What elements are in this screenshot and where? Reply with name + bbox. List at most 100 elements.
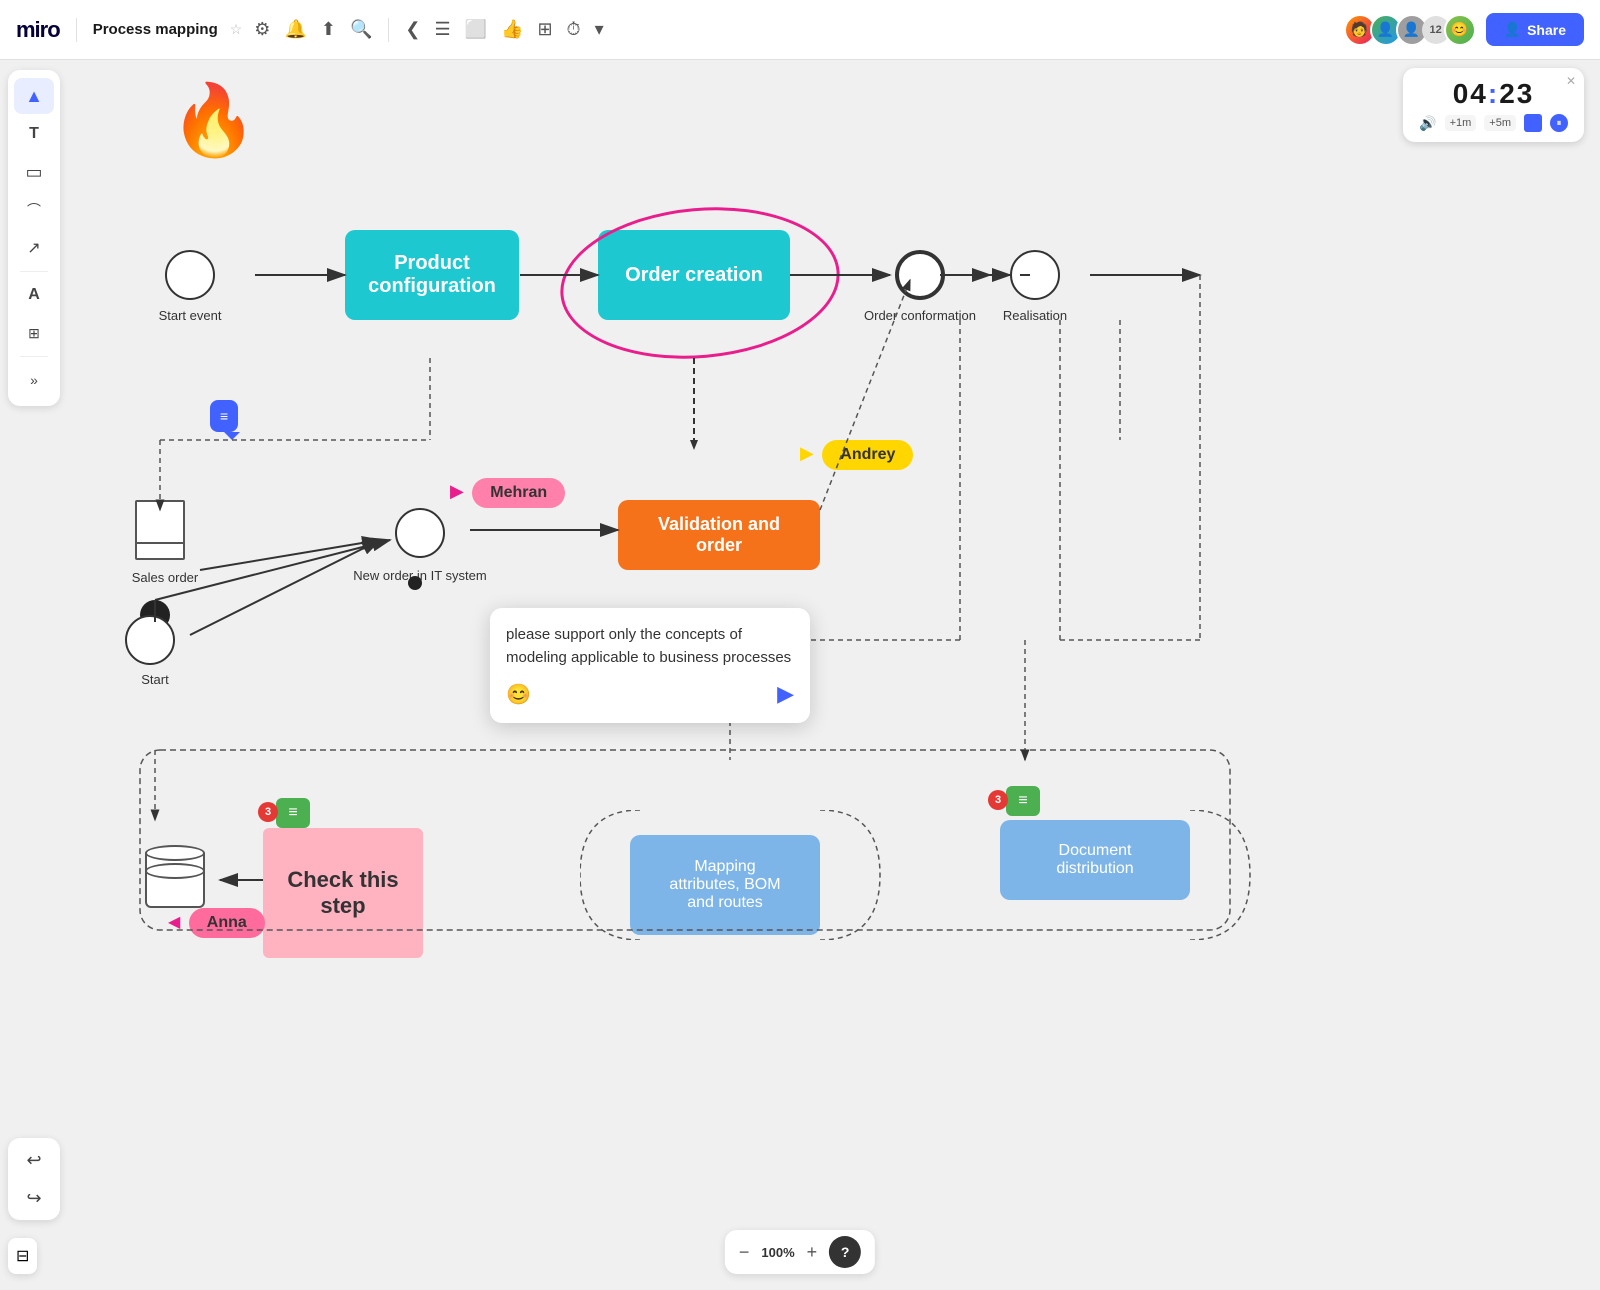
order-conformation-node[interactable] (895, 250, 945, 300)
doc-arc-right (1190, 810, 1320, 940)
timer-stop-button[interactable] (1524, 114, 1542, 132)
start-event-label: Start event (130, 308, 250, 323)
topbar: miro Process mapping ☆ ⚙ 🔔 ⬆ 🔍 ❮ ☰ ⬜ 👍 ⊞… (0, 0, 1600, 60)
order-creation-node[interactable]: Order creation (598, 230, 790, 320)
mehran-cursor-arrow: ▶ (450, 481, 464, 501)
undo-button[interactable]: ↩ (14, 1142, 54, 1178)
timer-seconds: 23 (1499, 78, 1534, 109)
zoom-out-button[interactable]: − (739, 1242, 750, 1263)
doc-icon[interactable]: ☰ (434, 19, 450, 40)
document-dist-badge: 3 (988, 790, 1008, 810)
line-tool[interactable]: ↗ (14, 230, 54, 266)
topbar-tools: ⚙ 🔔 ⬆ 🔍 (254, 19, 372, 40)
export-icon[interactable]: ⬆ (321, 19, 336, 40)
zoom-in-button[interactable]: + (807, 1242, 818, 1263)
panel-icon: ⊟ (16, 1248, 29, 1265)
select-tool[interactable]: ▲ (14, 78, 54, 114)
start2-label: Start (100, 672, 210, 687)
timer-widget: ✕ 04:23 🔊 +1m +5m ⏸ (1403, 68, 1584, 142)
add-1m-button[interactable]: +1m (1445, 115, 1477, 131)
sales-order-icon (135, 500, 185, 560)
mehran-label: Mehran (472, 478, 565, 508)
document-distribution-label: Document distribution (1056, 842, 1133, 878)
shapes-tool[interactable]: ⌒ (14, 192, 54, 228)
comment-popup: please support only the concepts of mode… (490, 608, 810, 723)
more-tools[interactable]: » (14, 362, 54, 398)
comment-emoji-button[interactable]: 😊 (506, 682, 531, 707)
frame-tool[interactable]: ⊞ (14, 315, 54, 351)
order-conformation-label: Order conformation (860, 308, 980, 323)
sticky-tool[interactable]: ▭ (14, 154, 54, 190)
present-icon[interactable]: ⬜ (465, 19, 487, 40)
sales-order-label: Sales order (110, 570, 220, 585)
timer-pause-button[interactable]: ⏸ (1550, 114, 1568, 132)
zoom-level-display: 100% (761, 1245, 794, 1260)
validation-order-label: Validation and order (658, 514, 780, 556)
timer-minutes: 04 (1453, 78, 1488, 109)
grid-icon[interactable]: ⊞ (537, 19, 552, 40)
miro-logo: miro (16, 17, 60, 43)
andrey-cursor-arrow: ▶ (800, 443, 814, 463)
sound-icon[interactable]: 🔊 (1419, 115, 1436, 132)
search-icon[interactable]: 🔍 (350, 19, 372, 40)
mapping-arc-left (580, 810, 710, 940)
undo-redo-toolbar: ↩ ↪ (8, 1138, 60, 1220)
anna-cursor-arrow: ◀ (168, 914, 180, 931)
realisation-label: Realisation (980, 308, 1090, 323)
text-tool[interactable]: T (14, 116, 54, 152)
comment-footer: 😊 ▶ (506, 681, 794, 707)
share-button[interactable]: 👤 Share (1486, 13, 1584, 46)
emoji-avatar: 🔥 (170, 80, 257, 162)
timer-controls: 🔊 +1m +5m ⏸ (1419, 114, 1568, 132)
topbar-divider-1 (76, 18, 77, 42)
panel-toggle[interactable]: ⊟ (8, 1238, 37, 1274)
filled-event-node (408, 576, 422, 590)
like-icon[interactable]: 👍 (501, 19, 523, 40)
timer-display: 04:23 (1453, 78, 1535, 110)
database-node[interactable] (145, 845, 205, 915)
mapping-arc-right (820, 810, 950, 940)
help-button[interactable]: ? (829, 1236, 861, 1268)
bottom-toolbar: − 100% + ? (725, 1230, 875, 1274)
topbar-right: 🧑 👤 👤 12 😊 👤 Share (1344, 13, 1584, 46)
document-dist-comment-icon[interactable]: ≡ (1006, 786, 1040, 816)
validation-order-node[interactable]: Validation and order (618, 500, 820, 570)
check-step-comment-icon[interactable]: ≡ (276, 798, 310, 828)
board-title: Process mapping (93, 21, 218, 38)
product-configuration-label: Product configuration (368, 252, 496, 298)
document-distribution-node[interactable]: Document distribution (1000, 820, 1190, 900)
check-step-badge: 3 (258, 802, 278, 822)
mehran-cursor: ▶ Mehran (450, 478, 565, 508)
order-creation-label: Order creation (625, 264, 763, 287)
settings-icon[interactable]: ⚙ (254, 19, 270, 40)
avatar-last: 😊 (1444, 14, 1476, 46)
nav-icon[interactable]: ❮ (405, 19, 420, 40)
star-icon[interactable]: ☆ (230, 21, 243, 38)
topbar-view-tools: ❮ ☰ ⬜ 👍 ⊞ ⏱ ▾ (405, 19, 603, 40)
tool-divider-2 (20, 356, 48, 357)
left-toolbar: ▲ T ▭ ⌒ ↗ A ⊞ » (8, 70, 60, 406)
redo-button[interactable]: ↪ (14, 1180, 54, 1216)
share-label: Share (1527, 22, 1566, 38)
sales-order-doc (135, 500, 185, 560)
comment-send-button[interactable]: ▶ (777, 681, 794, 707)
new-order-node[interactable] (395, 508, 445, 558)
topbar-divider-2 (388, 18, 389, 42)
check-this-step-node[interactable]: Check this step (263, 828, 423, 958)
canvas: ✕ 04:23 🔊 +1m +5m ⏸ (0, 60, 1600, 1290)
andrey-cursor: ▶ Andrey (800, 440, 913, 470)
check-this-step-label: Check this step (287, 867, 398, 919)
timer-close-button[interactable]: ✕ (1566, 74, 1576, 88)
notification-icon[interactable]: 🔔 (284, 19, 306, 40)
timer-icon-top[interactable]: ⏱ (567, 19, 581, 40)
realisation-node[interactable] (1010, 250, 1060, 300)
start-event-node[interactable] (165, 250, 215, 300)
chat-bubble-icon[interactable]: ≡ (210, 400, 238, 432)
share-icon: 👤 (1504, 21, 1521, 38)
font-tool[interactable]: A (14, 277, 54, 313)
avatar-group: 🧑 👤 👤 12 😊 (1344, 14, 1476, 46)
start2-node[interactable] (125, 615, 175, 665)
add-5m-button[interactable]: +5m (1484, 115, 1516, 131)
chevron-down-icon[interactable]: ▾ (595, 19, 604, 40)
product-configuration-node[interactable]: Product configuration (345, 230, 519, 320)
